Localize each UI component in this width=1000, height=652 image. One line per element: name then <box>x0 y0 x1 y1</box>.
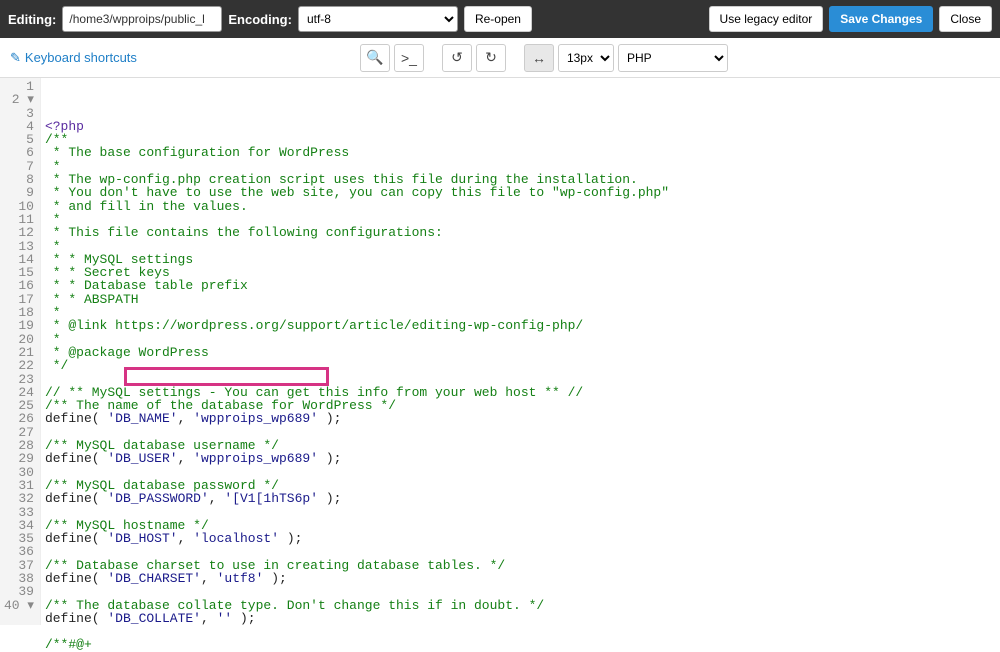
redo-button[interactable]: ↻ <box>476 44 506 72</box>
undo-icon: ↺ <box>451 49 463 66</box>
save-button[interactable]: Save Changes <box>829 6 933 32</box>
encoding-select[interactable]: utf-8 <box>298 6 458 32</box>
redo-icon: ↻ <box>485 49 497 66</box>
code-line[interactable]: define( 'DB_COLLATE', '' ); <box>45 612 996 625</box>
encoding-label: Encoding: <box>228 12 292 27</box>
code-line[interactable] <box>45 585 996 598</box>
code-line[interactable] <box>45 625 996 638</box>
code-line[interactable]: <?php <box>45 120 996 133</box>
code-line[interactable]: * This file contains the following confi… <box>45 226 996 239</box>
search-button[interactable]: 🔍 <box>360 44 390 72</box>
code-line[interactable]: /** MySQL hostname */ <box>45 519 996 532</box>
line-number-gutter: 12 ▾345678910111213141516171819202122232… <box>0 78 41 625</box>
editing-label: Editing: <box>8 12 56 27</box>
code-line[interactable] <box>45 373 996 386</box>
code-line[interactable]: /** <box>45 133 996 146</box>
legacy-editor-button[interactable]: Use legacy editor <box>709 6 824 32</box>
code-line[interactable]: * * Secret keys <box>45 266 996 279</box>
code-line[interactable]: * * Database table prefix <box>45 279 996 292</box>
code-line[interactable]: /** Database charset to use in creating … <box>45 559 996 572</box>
code-line[interactable]: * <box>45 160 996 173</box>
reopen-button[interactable]: Re-open <box>464 6 532 32</box>
close-button[interactable]: Close <box>939 6 992 32</box>
terminal-button[interactable]: >_ <box>394 44 424 72</box>
external-link-icon: ✎ <box>10 50 21 66</box>
code-line[interactable]: * <box>45 213 996 226</box>
wrap-icon: ↔ <box>532 50 546 66</box>
keyboard-shortcuts-link[interactable]: ✎ Keyboard shortcuts <box>10 50 137 66</box>
topbar: Editing: Encoding: utf-8 Re-open Use leg… <box>0 0 1000 38</box>
code-line[interactable]: * <box>45 306 996 319</box>
code-line[interactable]: * @package WordPress <box>45 346 996 359</box>
editor-area[interactable]: 12 ▾345678910111213141516171819202122232… <box>0 78 1000 625</box>
keyboard-shortcuts-label: Keyboard shortcuts <box>25 50 137 65</box>
search-icon: 🔍 <box>366 49 383 66</box>
code-line[interactable] <box>45 466 996 479</box>
code-line[interactable]: /** The name of the database for WordPre… <box>45 399 996 412</box>
code-line[interactable]: /**#@+ <box>45 638 996 651</box>
code-line[interactable]: * <box>45 333 996 346</box>
code-line[interactable]: define( 'DB_CHARSET', 'utf8' ); <box>45 572 996 585</box>
code-line[interactable]: * The base configuration for WordPress <box>45 146 996 159</box>
code-line[interactable]: * @link https://wordpress.org/support/ar… <box>45 319 996 332</box>
file-path-input[interactable] <box>62 6 222 32</box>
code-line[interactable]: */ <box>45 359 996 372</box>
code-line[interactable]: /** MySQL database username */ <box>45 439 996 452</box>
code-line[interactable]: * <box>45 240 996 253</box>
code-content[interactable]: <?php/** * The base configuration for Wo… <box>41 78 1000 625</box>
code-line[interactable]: // ** MySQL settings - You can get this … <box>45 386 996 399</box>
code-line[interactable]: * The wp-config.php creation script uses… <box>45 173 996 186</box>
code-line[interactable]: define( 'DB_PASSWORD', '[V1[1hTS6p' ); <box>45 492 996 505</box>
code-line[interactable]: define( 'DB_USER', 'wpproips_wp689' ); <box>45 452 996 465</box>
font-size-select[interactable]: 13px <box>558 44 614 72</box>
code-line[interactable]: define( 'DB_HOST', 'localhost' ); <box>45 532 996 545</box>
code-line[interactable]: /** MySQL database password */ <box>45 479 996 492</box>
code-line[interactable]: * * ABSPATH <box>45 293 996 306</box>
wrap-toggle-button[interactable]: ↔ <box>524 44 554 72</box>
code-line[interactable]: define( 'DB_NAME', 'wpproips_wp689' ); <box>45 412 996 425</box>
code-line[interactable] <box>45 506 996 519</box>
toolbar: ✎ Keyboard shortcuts 🔍 >_ ↺ ↻ ↔ 13px PHP <box>0 38 1000 78</box>
code-line[interactable]: * * MySQL settings <box>45 253 996 266</box>
code-line[interactable] <box>45 545 996 558</box>
terminal-icon: >_ <box>401 50 417 66</box>
undo-button[interactable]: ↺ <box>442 44 472 72</box>
language-select[interactable]: PHP <box>618 44 728 72</box>
code-line[interactable]: * You don't have to use the web site, yo… <box>45 186 996 199</box>
code-line[interactable] <box>45 426 996 439</box>
code-line[interactable]: /** The database collate type. Don't cha… <box>45 599 996 612</box>
code-line[interactable]: * and fill in the values. <box>45 200 996 213</box>
